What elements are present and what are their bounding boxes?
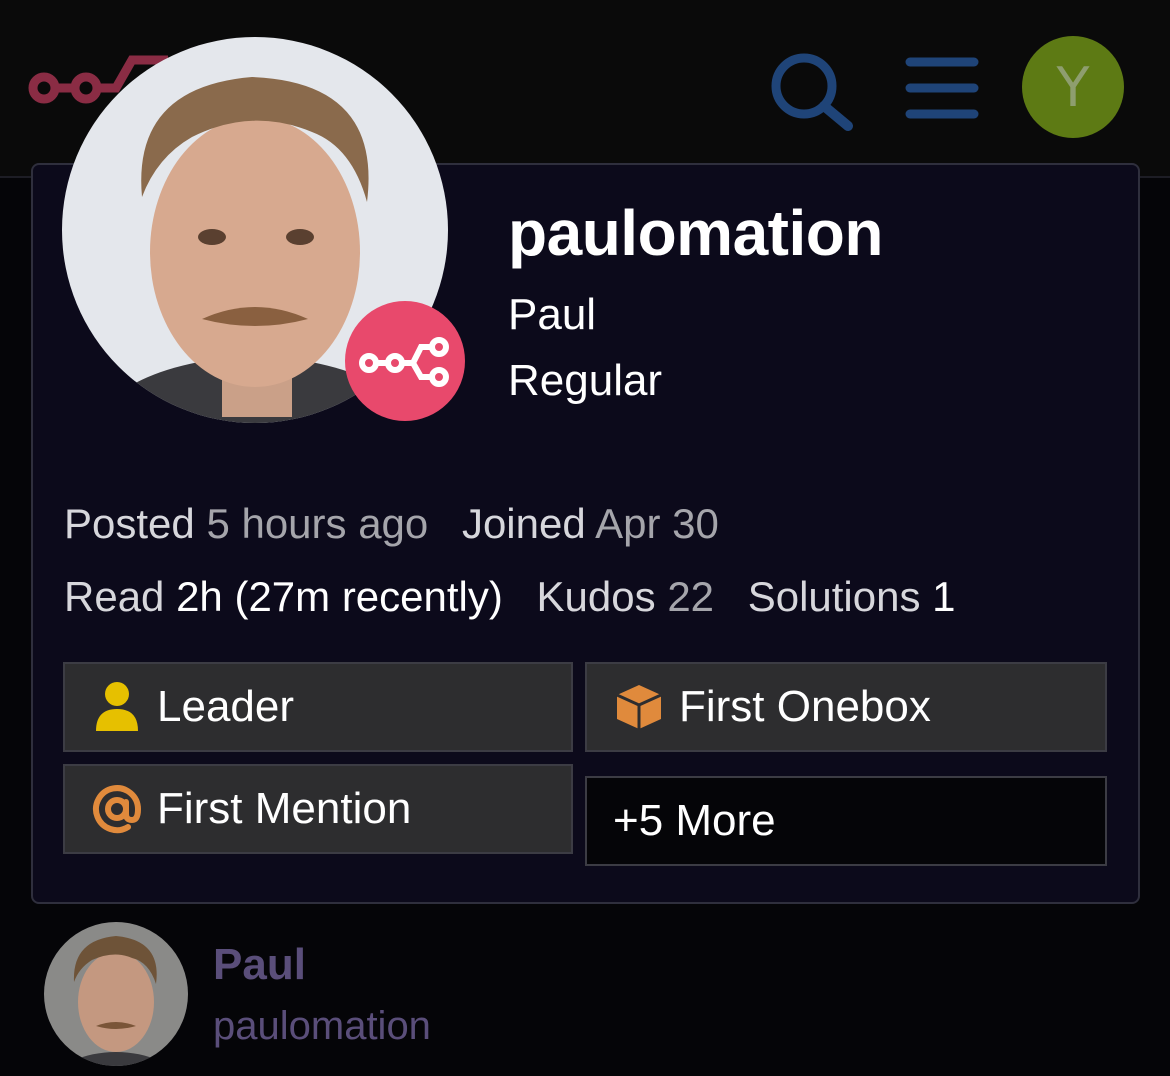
cube-icon <box>613 681 665 733</box>
at-sign-icon <box>91 783 143 835</box>
search-icon[interactable] <box>764 50 856 134</box>
n8n-flair-icon <box>345 301 465 421</box>
hamburger-menu-icon[interactable] <box>902 52 982 124</box>
current-user-initial: Y <box>1056 55 1090 119</box>
joined-label: Joined <box>461 500 586 547</box>
badge-first-mention[interactable]: First Mention <box>63 764 573 854</box>
post-author-name[interactable]: Paul <box>213 940 306 990</box>
card-username[interactable]: paulomation <box>508 196 883 270</box>
user-icon <box>91 681 143 733</box>
current-user-avatar[interactable]: Y <box>1022 36 1124 138</box>
kudos-value: 22 <box>667 573 715 620</box>
user-stats-line-2: Read 2h (27m recently) Kudos 22 Solution… <box>64 573 956 621</box>
badge-label: First Mention <box>157 784 412 833</box>
post-author-avatar[interactable] <box>44 922 188 1066</box>
user-stats-line-1: Posted 5 hours ago Joined Apr 30 <box>64 500 719 548</box>
card-user-title: Regular <box>508 356 663 405</box>
read-value: 2h (27m recently) <box>176 573 503 620</box>
user-card-page: Y paulomation Paul Regular Posted 5 hour… <box>0 0 1170 1076</box>
posted-label: Posted <box>64 500 195 547</box>
badge-first-onebox[interactable]: First Onebox <box>585 662 1107 752</box>
badge-label: Leader <box>157 682 295 731</box>
post-author-username[interactable]: paulomation <box>213 1004 431 1049</box>
joined-value: Apr 30 <box>595 500 719 547</box>
badge-leader[interactable]: Leader <box>63 662 573 752</box>
solutions-value: 1 <box>932 573 956 620</box>
kudos-label: Kudos <box>536 573 656 620</box>
card-real-name: Paul <box>508 290 597 339</box>
solutions-label: Solutions <box>747 573 921 620</box>
read-label: Read <box>64 573 165 620</box>
posted-value: 5 hours ago <box>206 500 429 547</box>
more-badges-button[interactable]: +5 More <box>585 776 1107 866</box>
badge-label: First Onebox <box>679 682 931 731</box>
